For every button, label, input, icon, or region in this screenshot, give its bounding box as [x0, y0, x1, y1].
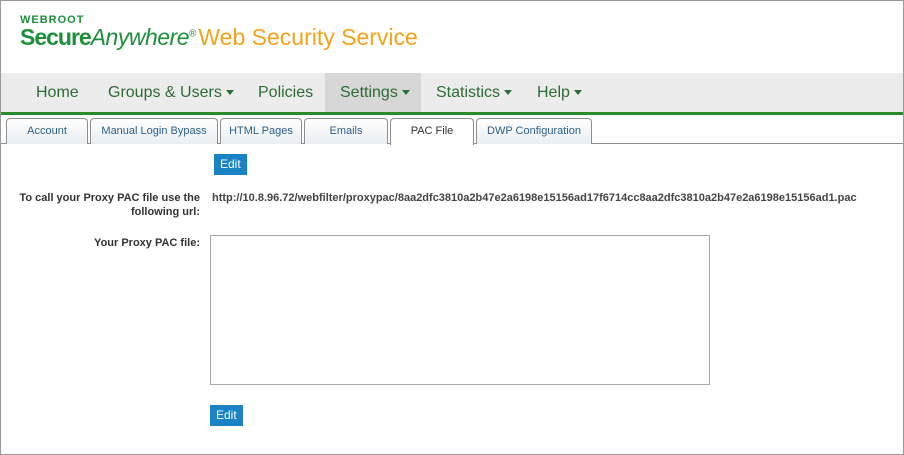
chevron-down-icon — [573, 90, 582, 96]
nav-statistics[interactable]: Statistics — [421, 73, 527, 112]
nav-home-label: Home — [36, 84, 79, 101]
proxy-pac-url: http://10.8.96.72/webfilter/proxypac/8aa… — [212, 192, 857, 204]
edit-button-bottom[interactable]: Edit — [210, 405, 243, 426]
tab-account[interactable]: Account — [6, 118, 88, 144]
main-nav: Home Groups & Users Policies Settings St… — [1, 73, 903, 115]
chevron-down-icon — [225, 90, 234, 96]
proxy-url-label: To call your Proxy PAC file use the foll… — [19, 192, 200, 218]
settings-subtabs: Account Manual Login Bypass HTML Pages E… — [1, 117, 903, 145]
nav-policies[interactable]: Policies — [243, 73, 328, 112]
nav-home[interactable]: Home — [21, 73, 94, 112]
logo-registered-mark: ® — [189, 28, 197, 40]
nav-policies-label: Policies — [258, 84, 314, 101]
tab-html-pages[interactable]: HTML Pages — [220, 118, 302, 144]
nav-help-label: Help — [537, 84, 570, 101]
tab-dwp-configuration[interactable]: DWP Configuration — [476, 118, 592, 144]
nav-groups-users[interactable]: Groups & Users — [93, 73, 249, 112]
logo-service-text: Web Security Service — [198, 24, 418, 50]
logo-secure-text: Secure — [20, 24, 92, 50]
nav-settings-label: Settings — [340, 84, 398, 101]
nav-statistics-label: Statistics — [436, 84, 501, 101]
nav-help[interactable]: Help — [522, 73, 597, 112]
proxy-pac-file-label: Your Proxy PAC file: — [94, 237, 200, 249]
app-window — [0, 0, 904, 455]
nav-groups-users-label: Groups & Users — [108, 84, 222, 101]
tab-pac-file[interactable]: PAC File — [390, 118, 474, 145]
tab-emails[interactable]: Emails — [304, 118, 388, 144]
chevron-down-icon — [401, 90, 410, 96]
logo-product-line: SecureAnywhere®Web Security Service — [20, 24, 418, 51]
proxy-pac-file-textarea[interactable] — [210, 235, 710, 385]
logo-anywhere-text: Anywhere — [90, 24, 190, 50]
nav-settings[interactable]: Settings — [325, 73, 421, 112]
chevron-down-icon — [504, 90, 513, 96]
tab-manual-login-bypass[interactable]: Manual Login Bypass — [90, 118, 218, 144]
edit-button-top[interactable]: Edit — [214, 154, 247, 175]
